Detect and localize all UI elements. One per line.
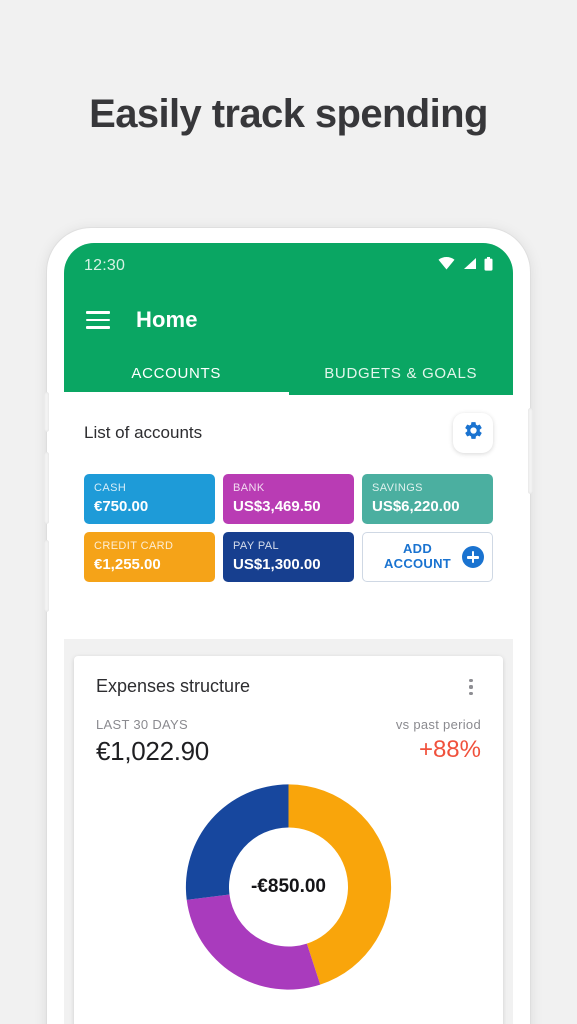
promo-screenshot: Easily track spending 12:30 Home ACCOUNT… [0,0,577,1024]
accounts-card-header: List of accounts [84,413,493,453]
phone-side-button [44,392,49,432]
tab-budgets-goals[interactable]: BUDGETS & GOALS [289,351,514,395]
app-bar-title: Home [136,307,198,332]
account-name: CASH [94,481,127,494]
account-amount: US$1,300.00 [233,555,321,573]
status-bar: 12:30 [64,243,513,289]
accounts-settings-button[interactable] [453,413,493,453]
account-amount: US$3,469.50 [233,497,321,515]
account-card-credit-card[interactable]: CREDIT CARD €1,255.00 [84,532,215,582]
expenses-donut-chart[interactable]: -€850.00 [96,773,481,1001]
tab-bar: ACCOUNTS BUDGETS & GOALS [64,351,513,395]
account-card-bank[interactable]: BANK US$3,469.50 [223,474,354,524]
expenses-structure-card: Expenses structure LAST 30 DAYS €1,022.9… [74,656,503,1024]
expenses-period-label: LAST 30 DAYS [96,717,188,732]
account-name: CREDIT CARD [94,539,174,552]
phone-screen: 12:30 Home ACCOUNTS BUDGETS & GOALS List… [64,243,513,1024]
accounts-card-title: List of accounts [84,423,203,442]
kebab-menu-icon[interactable] [461,676,481,698]
expenses-card-title: Expenses structure [96,676,251,696]
account-card-cash[interactable]: CASH €750.00 [84,474,215,524]
account-card-pay-pal[interactable]: PAY PAL US$1,300.00 [223,532,354,582]
phone-power-button [528,408,533,494]
accounts-card: List of accounts CASH €750.00 BANK US$3,… [64,395,513,639]
expenses-summary: LAST 30 DAYS €1,022.90 vs past period +8… [96,717,481,767]
phone-volume-down-button [44,540,49,612]
account-name: SAVINGS [372,481,423,494]
page-title: Easily track spending [89,92,488,136]
hamburger-menu-icon[interactable] [86,311,110,329]
account-amount: US$6,220.00 [372,497,460,515]
expenses-period-total: €1,022.90 [96,736,209,766]
account-amount: €1,255.00 [94,555,161,573]
accounts-grid: CASH €750.00 BANK US$3,469.50 SAVINGS US… [84,474,493,582]
expenses-comparison-value: +88% [418,736,481,763]
expenses-comparison-block: vs past period +88% [396,717,481,764]
app-content: List of accounts CASH €750.00 BANK US$3,… [64,395,513,1024]
donut-segment[interactable] [186,894,321,990]
battery-icon [484,256,493,276]
tab-accounts[interactable]: ACCOUNTS [64,351,289,395]
app-bar: Home [64,289,513,351]
add-account-button[interactable]: ADD ACCOUNT [362,532,493,582]
add-account-label: ADD ACCOUNT [383,541,452,571]
expenses-comparison-label: vs past period [395,717,481,732]
gear-icon [463,420,484,446]
account-card-savings[interactable]: SAVINGS US$6,220.00 [362,474,493,524]
status-bar-icons [438,256,493,276]
expenses-period-block: LAST 30 DAYS €1,022.90 [96,717,209,767]
status-bar-clock: 12:30 [84,257,126,274]
cellular-signal-icon [462,257,477,275]
account-name: BANK [233,481,265,494]
account-name: PAY PAL [233,539,280,552]
wifi-icon [438,257,455,275]
expenses-card-header: Expenses structure [96,676,481,698]
phone-volume-up-button [44,452,49,524]
account-amount: €750.00 [94,497,149,515]
donut-center-value: -€850.00 [250,876,326,897]
plus-circle-icon [462,546,484,568]
